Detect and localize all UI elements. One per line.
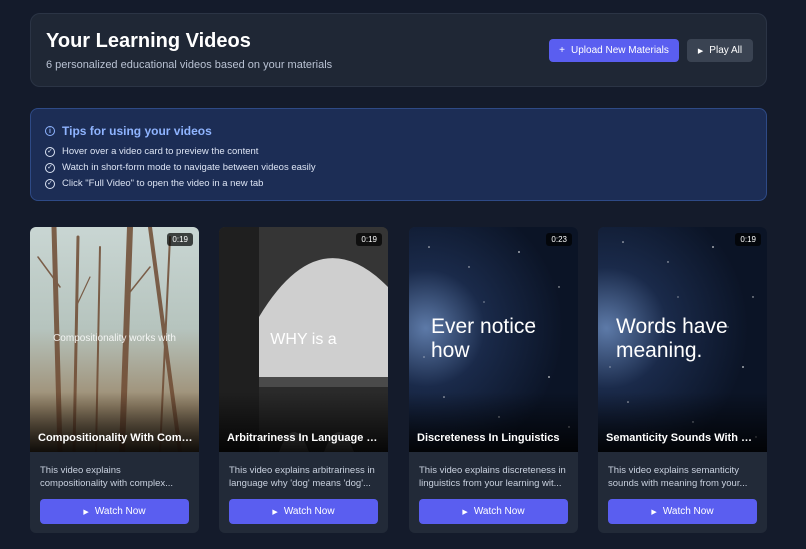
page-subtitle: 6 personalized educational videos based … — [46, 59, 333, 71]
video-thumbnail[interactable]: Compositionality works with 0:19 — [30, 227, 199, 452]
check-circle-icon: ✓ — [45, 162, 55, 173]
upload-materials-label: Upload New Materials — [571, 45, 669, 56]
duration-badge: 0:19 — [167, 233, 193, 246]
video-card[interactable]: Ever notice how 0:23 Discreteness In Lin… — [409, 227, 578, 533]
info-icon: i — [45, 126, 55, 136]
video-caption: WHY is a — [270, 331, 337, 348]
video-caption: Words have meaning. — [616, 315, 728, 362]
watch-now-label: Watch Now — [94, 506, 146, 517]
video-card[interactable]: WHY is a 0:19 Arbitrariness In Language … — [219, 227, 388, 533]
play-all-button[interactable]: ▶ Play All — [687, 39, 753, 62]
watch-now-button[interactable]: ▶ Watch Now — [229, 499, 378, 524]
play-icon: ▶ — [697, 47, 704, 55]
tip-text: Hover over a video card to preview the c… — [62, 146, 259, 157]
check-circle-icon: ✓ — [45, 178, 55, 189]
video-thumbnail[interactable]: WHY is a 0:19 — [219, 227, 388, 452]
tips-title: Tips for using your videos — [62, 124, 212, 138]
tip-item: ✓ Watch in short-form mode to navigate b… — [45, 162, 316, 173]
tips-heading: i Tips for using your videos — [45, 124, 212, 138]
tip-item: ✓ Click "Full Video" to open the video i… — [45, 178, 263, 189]
video-description: This video explains discreteness in ling… — [419, 465, 566, 489]
video-caption: Compositionality works with — [53, 333, 176, 344]
video-card[interactable]: Compositionality works with 0:19 Composi… — [30, 227, 199, 533]
page-title: Your Learning Videos — [46, 30, 251, 52]
video-title: Arbitrariness In Language Explained — [227, 432, 382, 444]
header-card: Your Learning Videos 6 personalized educ… — [30, 13, 767, 87]
video-description: This video explains compositionality wit… — [40, 465, 174, 489]
plus-icon: + — [559, 45, 565, 56]
check-circle-icon: ✓ — [45, 146, 55, 157]
video-thumbnail[interactable]: Ever notice how 0:23 — [409, 227, 578, 452]
watch-now-label: Watch Now — [283, 506, 335, 517]
video-thumbnail[interactable]: Words have meaning. 0:19 — [598, 227, 767, 452]
watch-now-button[interactable]: ▶ Watch Now — [608, 499, 757, 524]
duration-badge: 0:19 — [735, 233, 761, 246]
tip-text: Watch in short-form mode to navigate bet… — [62, 162, 316, 173]
video-description: This video explains arbitrariness in lan… — [229, 465, 375, 489]
play-icon: ▶ — [462, 508, 468, 516]
watch-now-button[interactable]: ▶ Watch Now — [419, 499, 568, 524]
play-icon: ▶ — [272, 508, 278, 516]
tip-item: ✓ Hover over a video card to preview the… — [45, 146, 258, 157]
duration-badge: 0:19 — [356, 233, 382, 246]
video-caption: Ever notice how — [431, 315, 537, 362]
upload-materials-button[interactable]: + Upload New Materials — [549, 39, 679, 62]
play-all-label: Play All — [709, 45, 743, 56]
watch-now-label: Watch Now — [473, 506, 525, 517]
tips-panel: i Tips for using your videos ✓ Hover ove… — [30, 108, 767, 201]
play-icon: ▶ — [651, 508, 657, 516]
watch-now-label: Watch Now — [662, 506, 714, 517]
watch-now-button[interactable]: ▶ Watch Now — [40, 499, 189, 524]
video-title: Compositionality With Complexity — [38, 432, 193, 444]
video-description: This video explains semanticity sounds w… — [608, 465, 748, 489]
play-icon: ▶ — [83, 508, 89, 516]
video-card[interactable]: Words have meaning. 0:19 Semanticity Sou… — [598, 227, 767, 533]
tip-text: Click "Full Video" to open the video in … — [62, 178, 264, 189]
video-title: Semanticity Sounds With Meaning — [606, 432, 761, 444]
duration-badge: 0:23 — [546, 233, 572, 246]
video-title: Discreteness In Linguistics — [417, 432, 560, 444]
